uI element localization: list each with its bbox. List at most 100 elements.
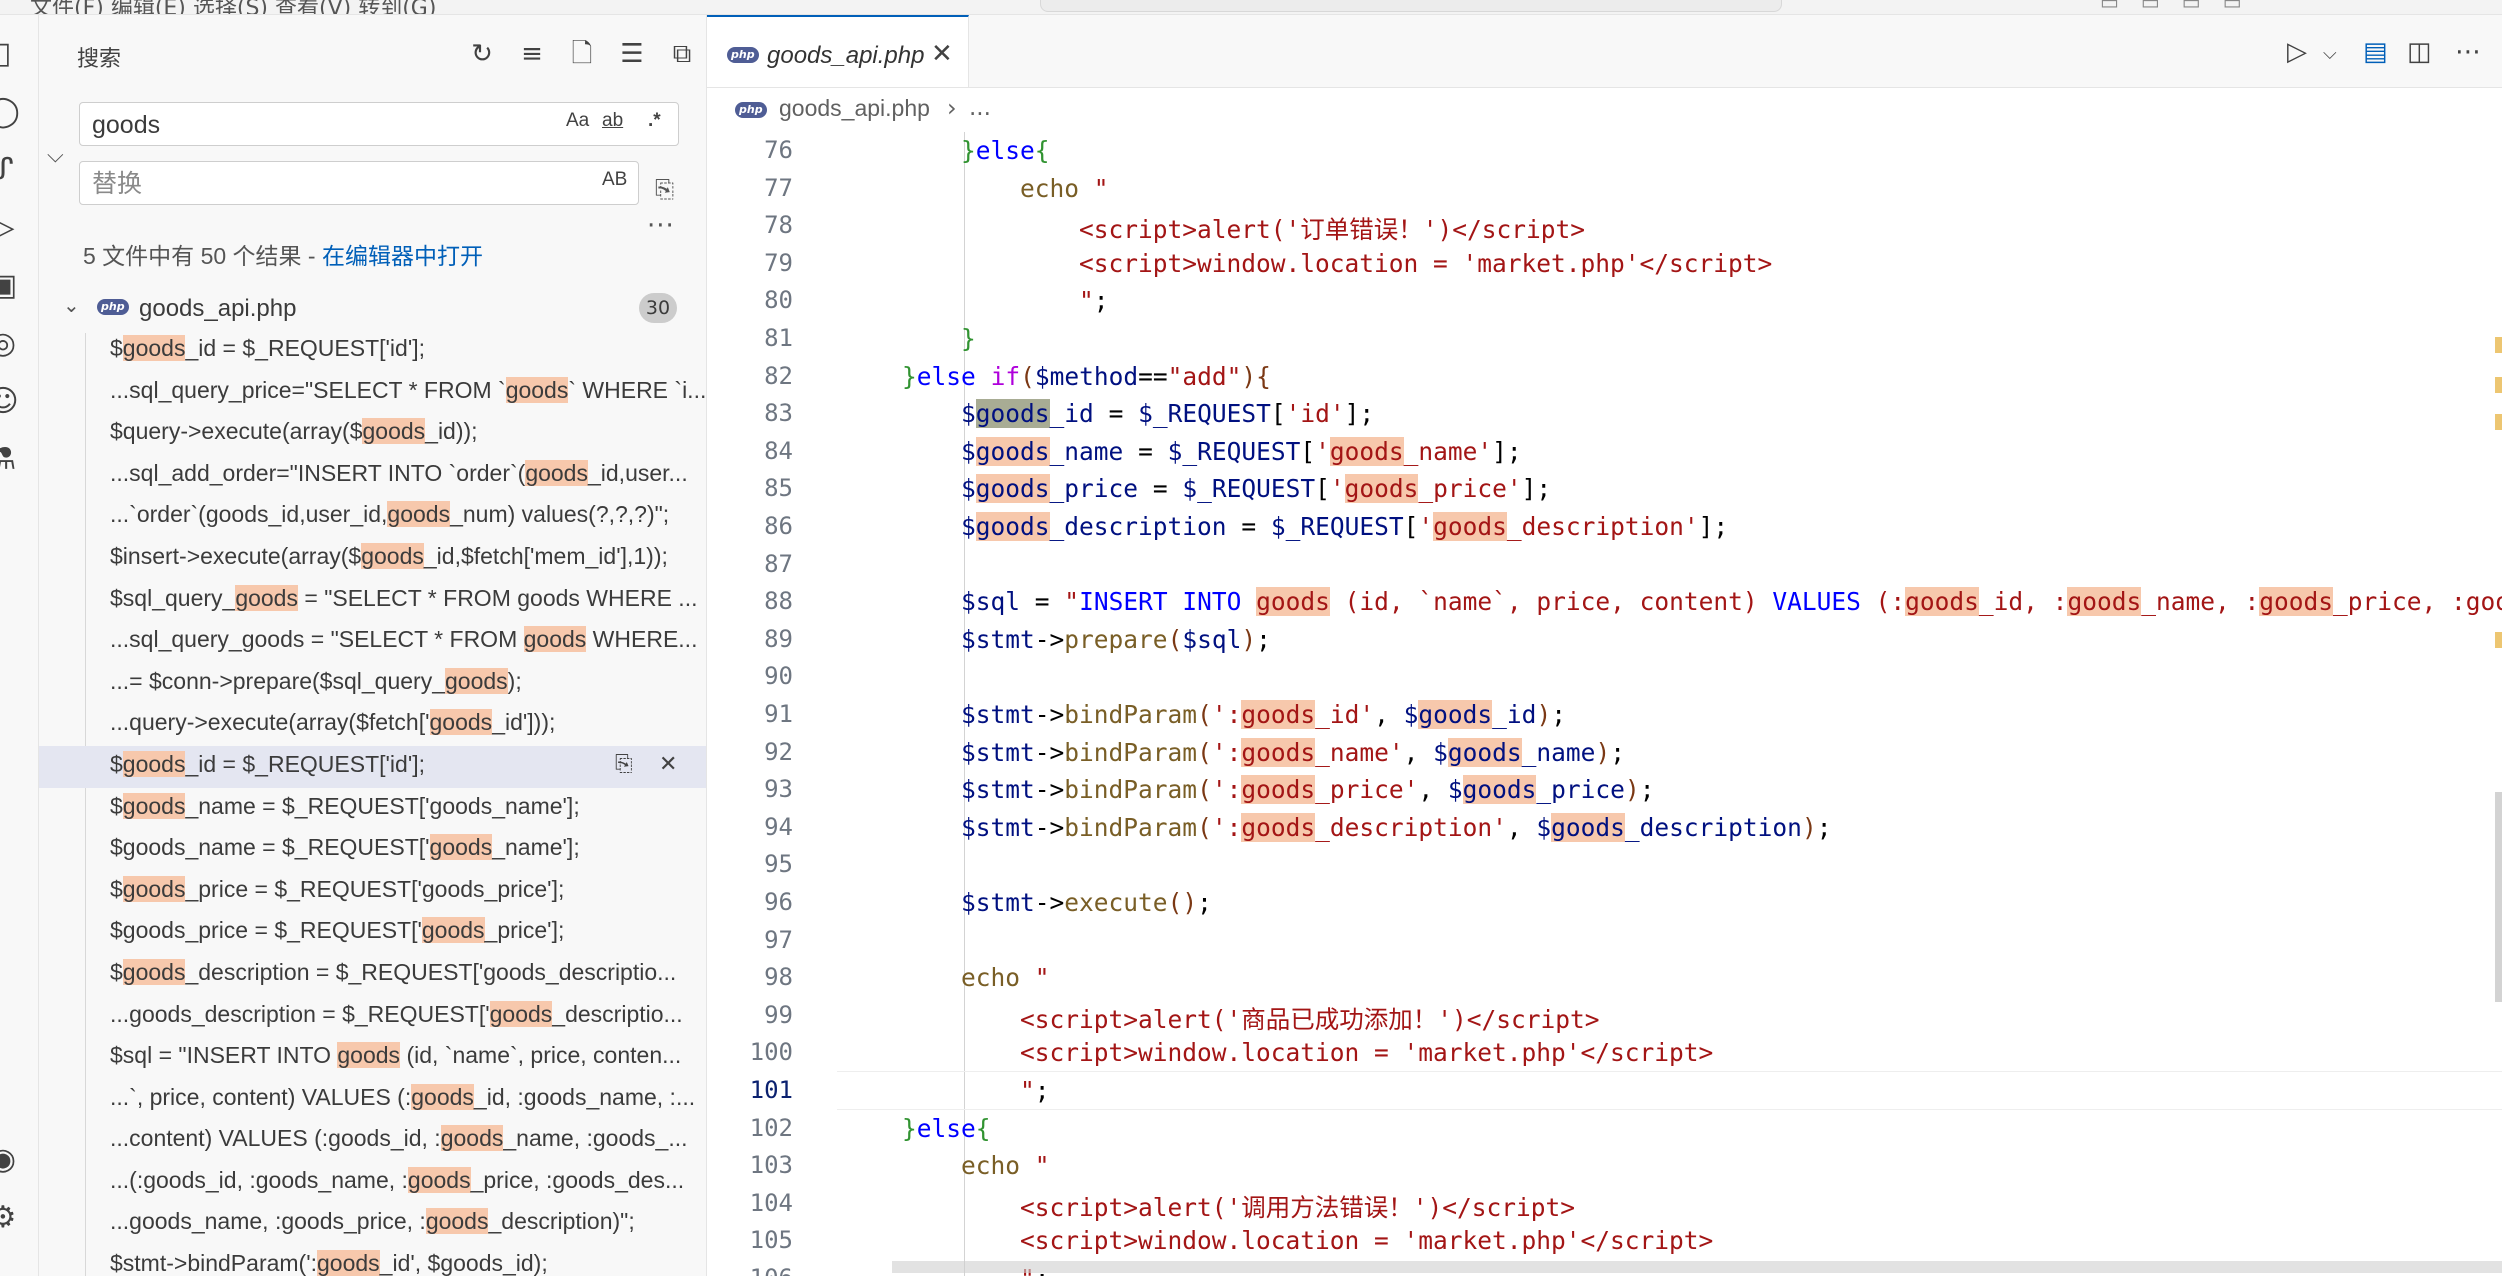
new-search-editor-icon[interactable]: 🗋	[565, 37, 599, 71]
menu-bar[interactable]: 文件(F) 编辑(E) 选择(S) 查看(V) 转到(G)	[30, 0, 436, 14]
search-result-item[interactable]: ...`order`(goods_id,user_id,goods_num) v…	[39, 496, 706, 538]
view-as-tree-icon[interactable]: ☰	[615, 37, 649, 71]
horizontal-scrollbar[interactable]	[892, 1261, 2502, 1273]
tab-label: goods_api.php	[767, 42, 925, 69]
search-result-item[interactable]: $goods_price = $_REQUEST['goods_price'];	[39, 871, 706, 913]
search-result-item[interactable]: ...`, price, content) VALUES (:goods_id,…	[39, 1079, 706, 1121]
code-line: $sql = "INSERT INTO goods (id, `name`, p…	[961, 587, 2502, 617]
line-number: 88	[764, 587, 793, 616]
code-line: }	[961, 324, 976, 353]
match-highlight: goods	[445, 667, 508, 694]
match-case-icon[interactable]: Aa	[566, 110, 589, 132]
line-number: 95	[764, 850, 793, 879]
summary-text: 5 文件中有 50 个结果 -	[83, 243, 322, 269]
replace-all-icon[interactable]: ⎘	[655, 175, 674, 203]
chevron-down-icon[interactable]: ⌄	[63, 293, 80, 317]
search-result-item[interactable]: $query->execute(array($goods_id));	[39, 413, 706, 455]
code-line: echo "	[961, 1151, 1050, 1181]
scrollbar-thumb[interactable]	[2495, 792, 2502, 1002]
whole-word-icon[interactable]: ab	[602, 110, 623, 132]
preserve-case-icon[interactable]: AB	[602, 169, 627, 191]
line-number: 92	[764, 737, 793, 766]
search-result-item[interactable]: $insert->execute(array($goods_id,$fetch[…	[39, 538, 706, 580]
search-result-item[interactable]: ...goods_name, :goods_price, :goods_desc…	[39, 1203, 706, 1245]
search-result-text: $goods_id = $_REQUEST['id'];	[110, 335, 425, 361]
replace-icon[interactable]: ⎘	[615, 752, 633, 777]
search-result-item[interactable]: ...= $conn->prepare($sql_query_goods);	[39, 663, 706, 705]
search-result-item[interactable]: $goods_id = $_REQUEST['id'];	[39, 330, 706, 372]
search-result-text: ...sql_query_price="SELECT * FROM `goods…	[110, 376, 706, 403]
line-number: 83	[764, 399, 793, 428]
search-result-item[interactable]: ...goods_description = $_REQUEST['goods_…	[39, 996, 706, 1038]
settings-icon[interactable]: ⚙	[0, 1201, 20, 1235]
search-icon[interactable]: ◯	[0, 95, 20, 129]
more-icon[interactable]: ···	[647, 211, 675, 241]
match-highlight: goods	[505, 376, 569, 403]
overview-ruler[interactable]	[2495, 132, 2502, 1276]
search-result-item[interactable]: $stmt->bindParam(':goods_id', $goods_id)…	[39, 1245, 706, 1276]
copilot-icon[interactable]: ☺	[0, 385, 20, 419]
open-in-editor-link[interactable]: 在编辑器中打开	[322, 243, 483, 269]
code-line: $goods_price = $_REQUEST['goods_price'];	[961, 474, 1552, 504]
search-result-text: ...`order`(goods_id,user_id,goods_num) v…	[110, 501, 670, 528]
result-file-row[interactable]: ⌄ php goods_api.php 30	[39, 289, 706, 329]
run-debug-icon[interactable]: ▷	[0, 211, 20, 245]
search-result-item[interactable]: ...content) VALUES (:goods_id, :goods_na…	[39, 1120, 706, 1162]
search-result-text: $goods_name = $_REQUEST['goods_name'];	[110, 834, 580, 861]
more-icon[interactable]: ⋯	[2455, 37, 2481, 67]
line-number: 94	[764, 812, 793, 841]
search-result-item[interactable]: ...(:goods_id, :goods_name, :goods_price…	[39, 1162, 706, 1204]
toggle-replace-chevron-icon[interactable]: ⌵	[47, 143, 64, 168]
search-result-item[interactable]: $goods_description = $_REQUEST['goods_de…	[39, 954, 706, 996]
search-result-item[interactable]: ...sql_query_goods = "SELECT * FROM good…	[39, 621, 706, 663]
remote-icon[interactable]: ◎	[0, 327, 20, 361]
search-result-item[interactable]: $goods_name = $_REQUEST['goods_name'];	[39, 788, 706, 830]
php-file-icon: php	[97, 299, 129, 315]
breadcrumb-file[interactable]: goods_api.php	[779, 95, 930, 122]
search-result-item[interactable]: $goods_id = $_REQUEST['id']; ⎘ ✕	[39, 745, 706, 788]
breadcrumb-symbol[interactable]: ...	[969, 95, 991, 121]
search-input[interactable]	[90, 109, 534, 141]
line-number: 86	[764, 512, 793, 540]
code-line: ";	[1079, 286, 1109, 316]
search-result-text: ...goods_description = $_REQUEST['goods_…	[110, 1000, 683, 1027]
run-dropdown-chevron-icon[interactable]: ⌵	[2323, 43, 2337, 64]
source-control-icon[interactable]: ᔑ	[0, 153, 20, 187]
search-result-text: $sql_query_goods = "SELECT * FROM goods …	[110, 584, 698, 611]
collapse-all-icon[interactable]: ⧉	[665, 37, 699, 71]
split-editor-icon[interactable]: ◫	[2407, 37, 2432, 67]
search-result-item[interactable]: ...sql_add_order="INSERT INTO `order`(go…	[39, 455, 706, 497]
search-result-text: ...goods_name, :goods_price, :goods_desc…	[110, 1208, 635, 1235]
code-area[interactable]: 76 }else{ 77 echo " 78 <script>alert('订单…	[707, 132, 2502, 1276]
line-number: 90	[764, 662, 793, 691]
code-line: <script>alert('调用方法错误！')</script>	[1020, 1192, 1576, 1222]
search-result-item[interactable]: ...sql_query_price="SELECT * FROM `goods…	[39, 372, 706, 414]
files-icon[interactable]: ▯	[0, 37, 20, 71]
refresh-icon[interactable]: ↻	[465, 37, 499, 71]
activity-bar: ▯ ◯ ᔑ ▷ ▣ ◎ ☺ ⚗ ◉ ⚙	[0, 15, 39, 1276]
account-icon[interactable]: ◉	[0, 1143, 20, 1177]
layout-controls[interactable]: ▭▭▭▭	[2100, 0, 2264, 14]
run-icon[interactable]: ▷	[2287, 37, 2307, 67]
search-result-item[interactable]: ...query->execute(array($fetch['goods_id…	[39, 704, 706, 746]
result-count-badge: 30	[639, 293, 677, 323]
search-results-list: $goods_id = $_REQUEST['id']; ...sql_query…	[39, 330, 706, 1276]
extensions-icon[interactable]: ▣	[0, 269, 20, 303]
testing-icon[interactable]: ⚗	[0, 443, 20, 477]
search-result-item[interactable]: $sql_query_goods = "SELECT * FROM goods …	[39, 580, 706, 622]
match-highlight: goods	[421, 917, 485, 944]
regex-icon[interactable]: .*	[648, 110, 661, 132]
match-highlight: goods	[429, 709, 493, 736]
close-icon[interactable]: ✕	[931, 39, 953, 69]
search-result-item[interactable]: $goods_price = $_REQUEST['goods_price'];	[39, 912, 706, 954]
line-number: 76	[764, 136, 793, 164]
command-center[interactable]	[1040, 0, 1782, 12]
clear-results-icon[interactable]: ≡	[515, 37, 549, 71]
replace-input[interactable]	[90, 168, 534, 200]
dismiss-icon[interactable]: ✕	[659, 752, 677, 777]
search-result-item[interactable]: $sql = "INSERT INTO goods (id, `name`, p…	[39, 1037, 706, 1079]
tab-goods-api[interactable]: php goods_api.php ✕	[707, 15, 969, 87]
search-result-text: $goods_id = $_REQUEST['id'];	[110, 750, 425, 777]
search-result-item[interactable]: $goods_name = $_REQUEST['goods_name'];	[39, 829, 706, 871]
php-preview-icon[interactable]: ▤	[2363, 37, 2388, 67]
